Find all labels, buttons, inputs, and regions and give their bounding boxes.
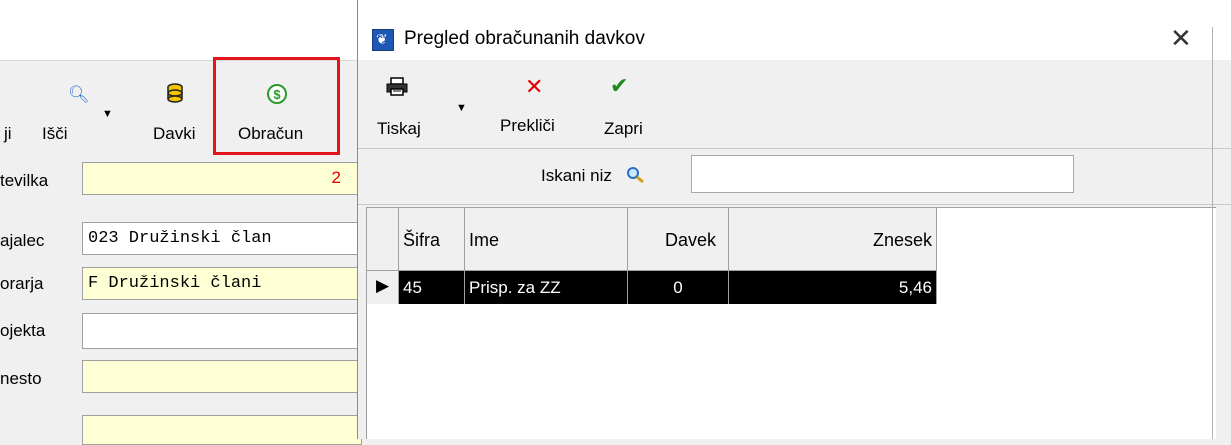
close-button[interactable]: Zapri bbox=[604, 119, 643, 139]
dialog-right-edge bbox=[1212, 27, 1213, 439]
toolbar-item-ji[interactable]: ji bbox=[4, 124, 12, 144]
grid-separator bbox=[358, 204, 1231, 205]
empty-field[interactable] bbox=[82, 415, 362, 445]
column-header-znesek[interactable]: Znesek bbox=[729, 208, 937, 271]
column-header-davek[interactable]: Davek bbox=[628, 208, 729, 271]
number-field[interactable]: 2 bbox=[82, 162, 362, 195]
cancel-button[interactable]: Prekliči bbox=[500, 116, 555, 136]
dropdown-arrow-icon[interactable]: ▼ bbox=[102, 108, 113, 120]
toolbar-separator bbox=[358, 148, 1231, 149]
search-input[interactable] bbox=[691, 155, 1074, 193]
dialog-title-bar: ❦ Pregled obračunanih davkov ✕ bbox=[358, 0, 1231, 60]
search-icon[interactable]: 🔍︎ bbox=[68, 85, 90, 105]
ajalec-field[interactable]: 023 Družinski član bbox=[82, 222, 362, 255]
orarja-value: F Družinski člani bbox=[88, 274, 262, 293]
app-icon: ❦ bbox=[372, 29, 394, 51]
tax-review-dialog: ❦ Pregled obračunanih davkov ✕ ▼ ✕ ✔ Tis… bbox=[357, 0, 1231, 439]
row-indicator[interactable]: ▶ bbox=[367, 271, 399, 304]
row-indicator-header bbox=[367, 208, 399, 271]
dropdown-arrow-icon[interactable]: ▼ bbox=[456, 102, 467, 114]
row-indicator-icon: ▶ bbox=[376, 276, 390, 295]
toolbar-item-davki[interactable]: Davki bbox=[153, 124, 196, 144]
check-icon[interactable]: ✔ bbox=[610, 73, 628, 99]
cell-znesek: 5,46 bbox=[729, 271, 937, 304]
search-icon bbox=[626, 166, 646, 189]
search-label: Iskani niz bbox=[541, 166, 612, 185]
nesto-field[interactable] bbox=[82, 360, 362, 393]
cell-sifra: 45 bbox=[399, 271, 465, 304]
form-label-orarja: orarja bbox=[0, 274, 44, 293]
column-header-ime[interactable]: Ime bbox=[465, 208, 628, 271]
number-value: 2 bbox=[331, 168, 341, 187]
table-row[interactable]: 45 Prisp. za ZZ 0 5,46 bbox=[399, 271, 937, 304]
ajalec-value: 023 Družinski član bbox=[88, 229, 272, 248]
cancel-icon[interactable]: ✕ bbox=[525, 74, 543, 100]
orarja-field[interactable]: F Družinski člani bbox=[82, 267, 362, 300]
ojekta-field[interactable] bbox=[82, 313, 362, 349]
column-header-sifra[interactable]: Šifra bbox=[399, 208, 465, 271]
print-button[interactable]: Tiskaj bbox=[377, 119, 421, 139]
close-icon[interactable]: ✕ bbox=[1170, 23, 1192, 54]
cell-ime: Prisp. za ZZ bbox=[465, 271, 628, 304]
toolbar-item-isci[interactable]: Išči bbox=[42, 124, 68, 144]
form-label-ojekta: ojekta bbox=[0, 321, 46, 340]
cell-davek: 0 bbox=[628, 271, 729, 304]
form-label-nesto: nesto bbox=[0, 369, 42, 388]
form-label-tevilka: tevilka bbox=[0, 171, 49, 190]
coins-icon[interactable] bbox=[166, 83, 184, 108]
tax-grid[interactable]: Šifra Ime Davek Znesek ▶ 45 Prisp. za ZZ… bbox=[366, 207, 1216, 439]
form-label-ajalec: ajalec bbox=[0, 231, 45, 250]
printer-icon[interactable] bbox=[386, 77, 408, 103]
dialog-title: Pregled obračunanih davkov bbox=[404, 28, 645, 49]
highlight-box bbox=[213, 57, 340, 155]
